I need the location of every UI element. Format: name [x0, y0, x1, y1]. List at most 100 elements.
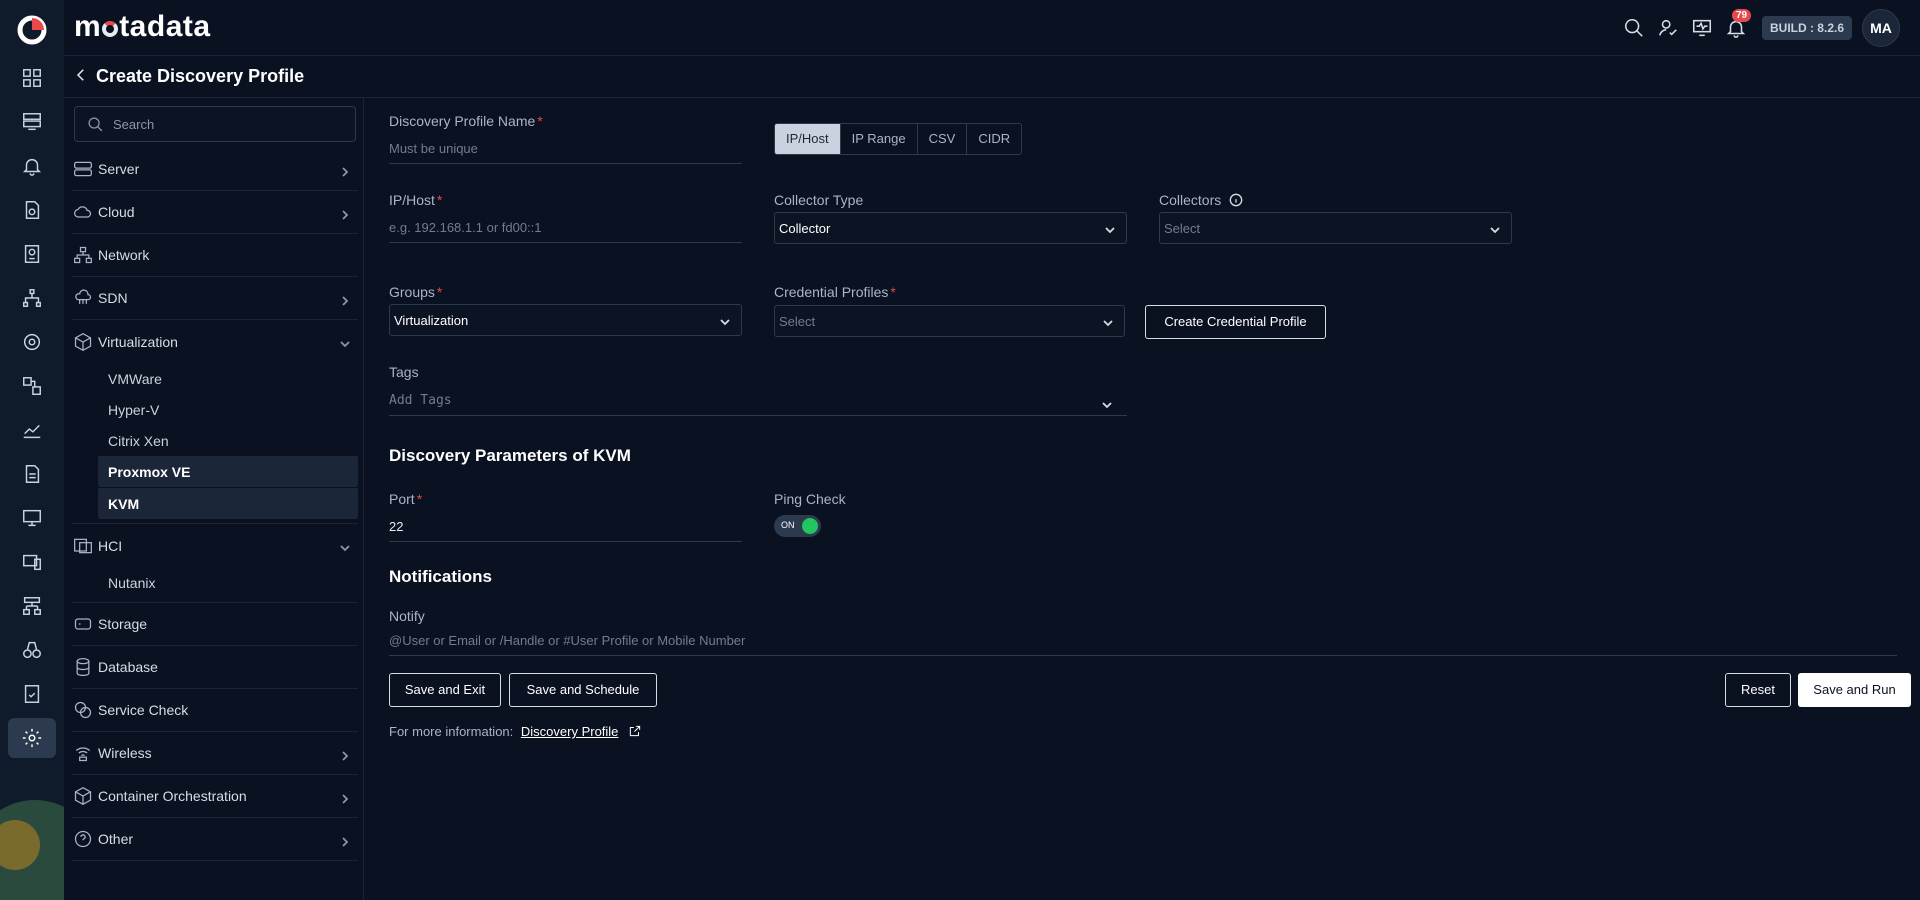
sidebar-item-label: SDN — [98, 290, 128, 306]
service-check-icon — [72, 699, 94, 721]
toggle-state-label: ON — [781, 520, 795, 530]
chevron-down-icon — [1102, 316, 1114, 328]
user-avatar[interactable]: MA — [1862, 9, 1900, 47]
credential-profiles-select[interactable]: Select — [774, 305, 1125, 337]
sidebar-subitem-kvm[interactable]: KVM — [98, 488, 358, 519]
reset-button[interactable]: Reset — [1725, 673, 1791, 707]
profile-name-input[interactable] — [389, 134, 742, 164]
sidebar-subitem-hyper-v[interactable]: Hyper-V — [72, 394, 358, 425]
sidebar-item-cloud[interactable]: Cloud — [72, 191, 358, 234]
sidebar-item-label: Server — [98, 161, 140, 177]
sidebar-item-hci[interactable]: HCI — [72, 524, 358, 567]
sidebar-item-network[interactable]: Network — [72, 234, 358, 277]
collector-type-value: Collector — [779, 221, 831, 236]
save-and-exit-button[interactable]: Save and Exit — [389, 673, 501, 707]
tab-csv[interactable]: CSV — [918, 124, 968, 154]
brand-name-start: m — [74, 10, 102, 43]
server-icon — [72, 158, 94, 180]
save-and-schedule-button[interactable]: Save and Schedule — [509, 673, 657, 707]
create-credential-profile-button[interactable]: Create Credential Profile — [1145, 305, 1326, 339]
apps-icon[interactable] — [0, 366, 64, 406]
chevron-right-icon — [340, 207, 350, 220]
notify-label: Notify — [389, 608, 425, 624]
notify-input[interactable] — [389, 626, 1897, 656]
sidebar-item-container-orchestration[interactable]: Container Orchestration — [72, 775, 358, 818]
display-icon[interactable] — [0, 498, 64, 538]
app-logo-icon[interactable] — [14, 12, 50, 48]
tags-input[interactable] — [389, 386, 1127, 416]
sidebar-subitem-vmware[interactable]: VMWare — [72, 363, 358, 394]
search-icon[interactable] — [1622, 16, 1646, 40]
discovery-profile-link[interactable]: Discovery Profile — [521, 724, 619, 739]
flow-icon[interactable] — [0, 586, 64, 626]
sidebar-item-wireless[interactable]: Wireless — [72, 732, 358, 775]
policy-icon[interactable] — [0, 190, 64, 230]
port-input[interactable] — [389, 512, 742, 542]
sidebar-item-sdn[interactable]: SDN — [72, 277, 358, 320]
groups-value: Virtualization — [394, 313, 469, 328]
tab-ip-range[interactable]: IP Range — [841, 124, 918, 154]
explore-icon[interactable] — [0, 630, 64, 670]
required-marker: * — [890, 284, 896, 300]
topology-icon[interactable] — [0, 278, 64, 318]
collectors-select[interactable]: Select — [1159, 212, 1512, 244]
sidebar-item-label: Database — [98, 659, 158, 675]
required-marker: * — [537, 113, 543, 129]
alerts-icon[interactable] — [0, 146, 64, 186]
sidebar-item-other[interactable]: Other — [72, 818, 358, 861]
ip-host-input[interactable] — [389, 213, 742, 243]
chevron-down-icon — [340, 540, 350, 552]
required-marker: * — [436, 284, 443, 300]
reports-icon[interactable] — [0, 234, 64, 274]
network-icon — [72, 244, 94, 266]
chevron-right-icon — [340, 791, 350, 804]
audit-icon[interactable] — [0, 674, 64, 714]
category-nav: Server Cloud Network SDN Virtualization … — [72, 148, 358, 861]
sidebar-item-service-check[interactable]: Service Check — [72, 689, 358, 732]
metrics-icon[interactable] — [0, 410, 64, 450]
devices-icon[interactable] — [0, 542, 64, 582]
cloud-icon — [72, 201, 94, 223]
logs-icon[interactable] — [0, 454, 64, 494]
sidebar-subitem-proxmox-ve[interactable]: Proxmox VE — [98, 456, 358, 487]
tab-ip-host[interactable]: IP/Host — [775, 124, 841, 154]
app-rail — [0, 0, 64, 900]
back-arrow-icon[interactable] — [72, 66, 92, 86]
discovery-parameters-title: Discovery Parameters of KVM — [389, 446, 631, 465]
sidebar-subitem-citrix-xen[interactable]: Citrix Xen — [72, 425, 358, 456]
save-and-run-button[interactable]: Save and Run — [1798, 673, 1911, 707]
tags-dropdown-chevron[interactable] — [1101, 398, 1113, 410]
collector-type-select[interactable]: Collector — [774, 212, 1127, 244]
sidebar-search-input[interactable] — [113, 107, 349, 141]
help-circle-icon — [72, 828, 94, 850]
sidebar-item-virtualization[interactable]: Virtualization — [72, 320, 358, 363]
ping-check-toggle[interactable]: ON — [774, 515, 821, 537]
settings-icon[interactable] — [0, 718, 64, 758]
chevron-right-icon — [340, 834, 350, 847]
monitor-pulse-icon[interactable] — [1690, 16, 1714, 40]
sidebar-subitem-nutanix[interactable]: Nutanix — [72, 567, 358, 598]
external-link-icon[interactable] — [628, 724, 642, 738]
toggle-knob — [802, 518, 818, 534]
chevron-down-icon — [1489, 223, 1501, 235]
sidebar-item-storage[interactable]: Storage — [72, 603, 358, 646]
dashboard-icon[interactable] — [0, 58, 64, 98]
page-header: Create Discovery Profile — [64, 56, 1920, 98]
notifications-button[interactable]: 79 — [1724, 9, 1752, 40]
sidebar-item-label: Other — [98, 831, 134, 847]
tab-cidr[interactable]: CIDR — [967, 124, 1021, 154]
user-check-icon[interactable] — [1656, 16, 1680, 40]
credential-profiles-label: Credential Profiles * — [774, 284, 896, 300]
brand-name[interactable]: m tadata — [74, 10, 211, 44]
info-icon[interactable] — [1225, 192, 1243, 208]
chevron-right-icon — [340, 164, 350, 177]
inventory-icon[interactable] — [0, 102, 64, 142]
monitoring-icon[interactable] — [0, 322, 64, 362]
sidebar-item-database[interactable]: Database — [72, 646, 358, 689]
groups-select[interactable]: Virtualization — [389, 304, 742, 336]
discovery-profile-form: Discovery Profile Name* IP/Host IP Range… — [389, 98, 1920, 900]
sidebar-item-label: Wireless — [98, 745, 152, 761]
cube-icon — [72, 331, 94, 353]
sidebar-item-label: Cloud — [98, 204, 135, 220]
sidebar-item-server[interactable]: Server — [72, 148, 358, 191]
